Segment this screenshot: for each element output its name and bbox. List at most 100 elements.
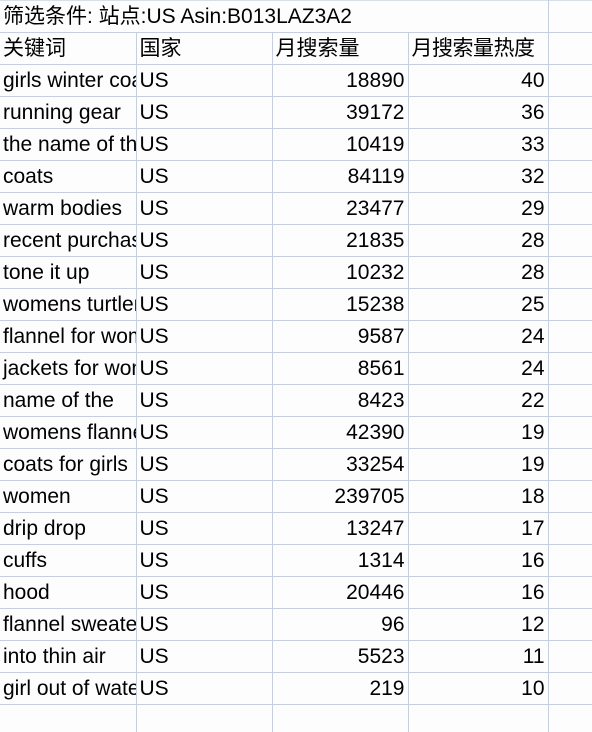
cell-country[interactable]: US <box>136 352 273 385</box>
cell-monthly-search-heat[interactable]: 11 <box>408 640 549 673</box>
cell-keyword[interactable]: recent purchases <box>0 224 137 257</box>
cell-keyword[interactable]: women <box>0 480 137 513</box>
cell-monthly-search-volume[interactable]: 10419 <box>272 128 409 161</box>
cell-country[interactable]: US <box>136 512 273 545</box>
cell-monthly-search-heat[interactable]: 16 <box>408 544 549 577</box>
cell-monthly-search-volume[interactable]: 39172 <box>272 96 409 129</box>
empty-cell[interactable] <box>136 704 273 732</box>
cell-extra[interactable] <box>548 448 592 481</box>
cell-monthly-search-heat[interactable]: 22 <box>408 384 549 417</box>
cell-extra[interactable] <box>548 192 592 225</box>
cell-monthly-search-heat[interactable]: 40 <box>408 64 549 97</box>
cell-monthly-search-heat[interactable]: 29 <box>408 192 549 225</box>
cell-monthly-search-volume[interactable]: 20446 <box>272 576 409 609</box>
cell-monthly-search-volume[interactable]: 8423 <box>272 384 409 417</box>
cell-extra[interactable] <box>548 576 592 609</box>
cell-country[interactable]: US <box>136 320 273 353</box>
cell-monthly-search-heat[interactable]: 18 <box>408 480 549 513</box>
empty-cell[interactable] <box>0 704 137 732</box>
cell-keyword[interactable]: flannel for women <box>0 320 137 353</box>
cell-monthly-search-volume[interactable]: 8561 <box>272 352 409 385</box>
cell-keyword[interactable]: girl out of water <box>0 672 137 705</box>
cell-country[interactable]: US <box>136 160 273 193</box>
cell-extra[interactable] <box>548 160 592 193</box>
cell-extra[interactable] <box>548 64 592 97</box>
cell-country[interactable]: US <box>136 576 273 609</box>
cell-keyword[interactable]: coats for girls <box>0 448 137 481</box>
cell-monthly-search-volume[interactable]: 33254 <box>272 448 409 481</box>
cell-keyword[interactable]: name of the <box>0 384 137 417</box>
empty-cell[interactable] <box>548 704 592 732</box>
column-header-country[interactable]: 国家 <box>136 32 273 65</box>
cell-monthly-search-volume[interactable]: 13247 <box>272 512 409 545</box>
cell-country[interactable]: US <box>136 448 273 481</box>
cell-monthly-search-volume[interactable]: 5523 <box>272 640 409 673</box>
cell-keyword[interactable]: drip drop <box>0 512 137 545</box>
column-header-keyword[interactable]: 关键词 <box>0 32 137 65</box>
cell-monthly-search-heat[interactable]: 24 <box>408 352 549 385</box>
cell-monthly-search-heat[interactable]: 12 <box>408 608 549 641</box>
cell-monthly-search-heat[interactable]: 25 <box>408 288 549 321</box>
cell-extra[interactable] <box>548 224 592 257</box>
cell-keyword[interactable]: girls winter coat <box>0 64 137 97</box>
cell-monthly-search-volume[interactable]: 9587 <box>272 320 409 353</box>
cell-country[interactable]: US <box>136 672 273 705</box>
cell-country[interactable]: US <box>136 640 273 673</box>
cell-extra[interactable] <box>548 256 592 289</box>
cell-keyword[interactable]: hood <box>0 576 137 609</box>
cell-extra[interactable] <box>548 320 592 353</box>
cell-monthly-search-heat[interactable]: 28 <box>408 224 549 257</box>
cell-country[interactable]: US <box>136 64 273 97</box>
cell-country[interactable]: US <box>136 480 273 513</box>
cell-extra[interactable] <box>548 672 592 705</box>
cell-monthly-search-volume[interactable]: 219 <box>272 672 409 705</box>
cell-monthly-search-heat[interactable]: 16 <box>408 576 549 609</box>
cell-monthly-search-volume[interactable]: 21835 <box>272 224 409 257</box>
cell-monthly-search-volume[interactable]: 84119 <box>272 160 409 193</box>
cell-keyword[interactable]: warm bodies <box>0 192 137 225</box>
cell-extra[interactable] <box>548 128 592 161</box>
filter-banner-trailing-cell[interactable] <box>548 0 592 33</box>
empty-cell[interactable] <box>408 704 549 732</box>
empty-cell[interactable] <box>272 704 409 732</box>
cell-extra[interactable] <box>548 96 592 129</box>
cell-monthly-search-heat[interactable]: 32 <box>408 160 549 193</box>
cell-country[interactable]: US <box>136 288 273 321</box>
column-header-extra[interactable] <box>548 32 592 65</box>
cell-extra[interactable] <box>548 608 592 641</box>
cell-monthly-search-volume[interactable]: 239705 <box>272 480 409 513</box>
cell-country[interactable]: US <box>136 256 273 289</box>
cell-monthly-search-volume[interactable]: 10232 <box>272 256 409 289</box>
cell-monthly-search-volume[interactable]: 1314 <box>272 544 409 577</box>
cell-keyword[interactable]: womens turtleneck <box>0 288 137 321</box>
cell-monthly-search-volume[interactable]: 96 <box>272 608 409 641</box>
cell-country[interactable]: US <box>136 544 273 577</box>
cell-country[interactable]: US <box>136 416 273 449</box>
cell-monthly-search-volume[interactable]: 15238 <box>272 288 409 321</box>
cell-monthly-search-heat[interactable]: 33 <box>408 128 549 161</box>
cell-extra[interactable] <box>548 640 592 673</box>
cell-extra[interactable] <box>548 288 592 321</box>
cell-keyword[interactable]: jackets for women <box>0 352 137 385</box>
cell-extra[interactable] <box>548 480 592 513</box>
cell-monthly-search-heat[interactable]: 36 <box>408 96 549 129</box>
cell-country[interactable]: US <box>136 128 273 161</box>
cell-country[interactable]: US <box>136 96 273 129</box>
cell-country[interactable]: US <box>136 608 273 641</box>
cell-extra[interactable] <box>548 384 592 417</box>
cell-extra[interactable] <box>548 544 592 577</box>
cell-keyword[interactable]: womens flannel <box>0 416 137 449</box>
cell-country[interactable]: US <box>136 192 273 225</box>
cell-monthly-search-heat[interactable]: 17 <box>408 512 549 545</box>
cell-monthly-search-volume[interactable]: 18890 <box>272 64 409 97</box>
cell-keyword[interactable]: into thin air <box>0 640 137 673</box>
cell-monthly-search-heat[interactable]: 19 <box>408 416 549 449</box>
cell-extra[interactable] <box>548 512 592 545</box>
cell-monthly-search-heat[interactable]: 28 <box>408 256 549 289</box>
cell-monthly-search-volume[interactable]: 23477 <box>272 192 409 225</box>
cell-keyword[interactable]: tone it up <box>0 256 137 289</box>
column-header-monthly-search-heat[interactable]: 月搜索量热度 <box>408 32 549 65</box>
cell-monthly-search-heat[interactable]: 10 <box>408 672 549 705</box>
cell-keyword[interactable]: coats <box>0 160 137 193</box>
cell-country[interactable]: US <box>136 224 273 257</box>
